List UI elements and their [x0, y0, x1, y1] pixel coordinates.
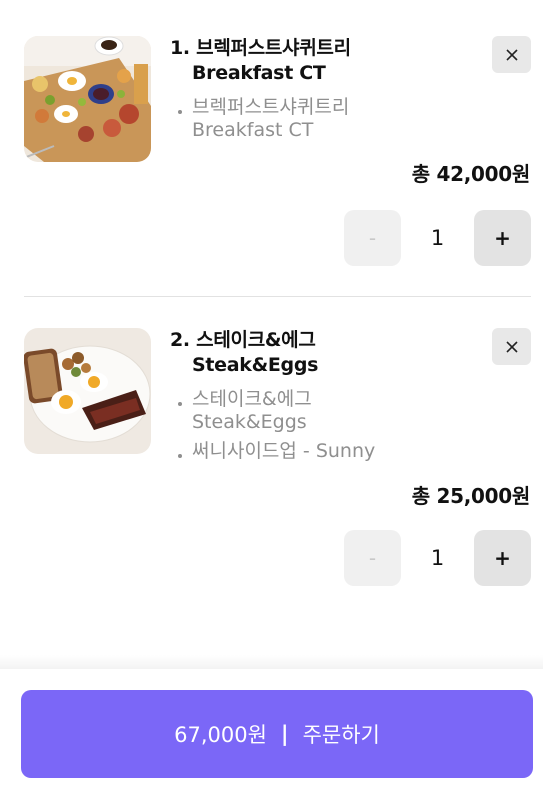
- order-amount: 67,000원: [174, 723, 267, 747]
- remove-item-button[interactable]: [492, 328, 531, 365]
- bottom-shadow: [0, 655, 543, 669]
- item-option-text: Steak&Eggs: [192, 411, 307, 433]
- quantity-stepper: - 1 +: [344, 530, 531, 586]
- item-option-text: Breakfast CT: [192, 119, 314, 141]
- item-name: 1. 브렉퍼스트샤퀴트리 Breakfast CT: [170, 36, 470, 86]
- close-icon: [505, 340, 518, 353]
- item-options: 스테이크&에그 Steak&Eggs 써니사이드업 - Sunny: [176, 388, 476, 469]
- item-name: 2. 스테이크&에그 Steak&Eggs: [170, 328, 470, 378]
- item-total: 총 25,000원: [411, 484, 531, 508]
- bullet-icon: [178, 454, 182, 458]
- cart-item: 2. 스테이크&에그 Steak&Eggs 스테이크&에그 Steak&Eggs…: [0, 298, 543, 598]
- order-button[interactable]: 67,000원 | 주문하기: [21, 690, 533, 778]
- item-option: 브렉퍼스트샤퀴트리 Breakfast CT: [176, 96, 476, 142]
- item-option-text: 써니사이드업 - Sunny: [192, 440, 376, 462]
- breakfast-platter-image: [24, 36, 151, 162]
- item-name-ko: 2. 스테이크&에그: [170, 329, 316, 351]
- decrease-quantity-button[interactable]: -: [344, 210, 401, 266]
- item-option: 써니사이드업 - Sunny: [176, 440, 476, 463]
- bullet-icon: [178, 402, 182, 406]
- quantity-value: 1: [430, 546, 445, 570]
- item-total: 총 42,000원: [411, 162, 531, 186]
- item-options: 브렉퍼스트샤퀴트리 Breakfast CT: [176, 96, 476, 148]
- item-name-en: Breakfast CT: [192, 62, 326, 84]
- order-separator: |: [280, 722, 289, 746]
- quantity-value: 1: [430, 226, 445, 250]
- item-name-en: Steak&Eggs: [192, 354, 319, 376]
- remove-item-button[interactable]: [492, 36, 531, 73]
- decrease-quantity-button[interactable]: -: [344, 530, 401, 586]
- item-option-text: 브렉퍼스트샤퀴트리: [192, 96, 350, 118]
- increase-quantity-button[interactable]: +: [474, 530, 531, 586]
- item-option: 스테이크&에그 Steak&Eggs: [176, 388, 476, 434]
- close-icon: [505, 48, 518, 61]
- increase-quantity-button[interactable]: +: [474, 210, 531, 266]
- item-divider: [24, 296, 531, 297]
- order-label: 주문하기: [302, 723, 380, 747]
- steak-eggs-image: [24, 328, 151, 454]
- quantity-stepper: - 1 +: [344, 210, 531, 266]
- cart-item: 1. 브렉퍼스트샤퀴트리 Breakfast CT 브렉퍼스트샤퀴트리 Brea…: [0, 0, 543, 297]
- bullet-icon: [178, 110, 182, 114]
- item-name-ko: 1. 브렉퍼스트샤퀴트리: [170, 37, 351, 59]
- item-option-text: 스테이크&에그: [192, 388, 312, 410]
